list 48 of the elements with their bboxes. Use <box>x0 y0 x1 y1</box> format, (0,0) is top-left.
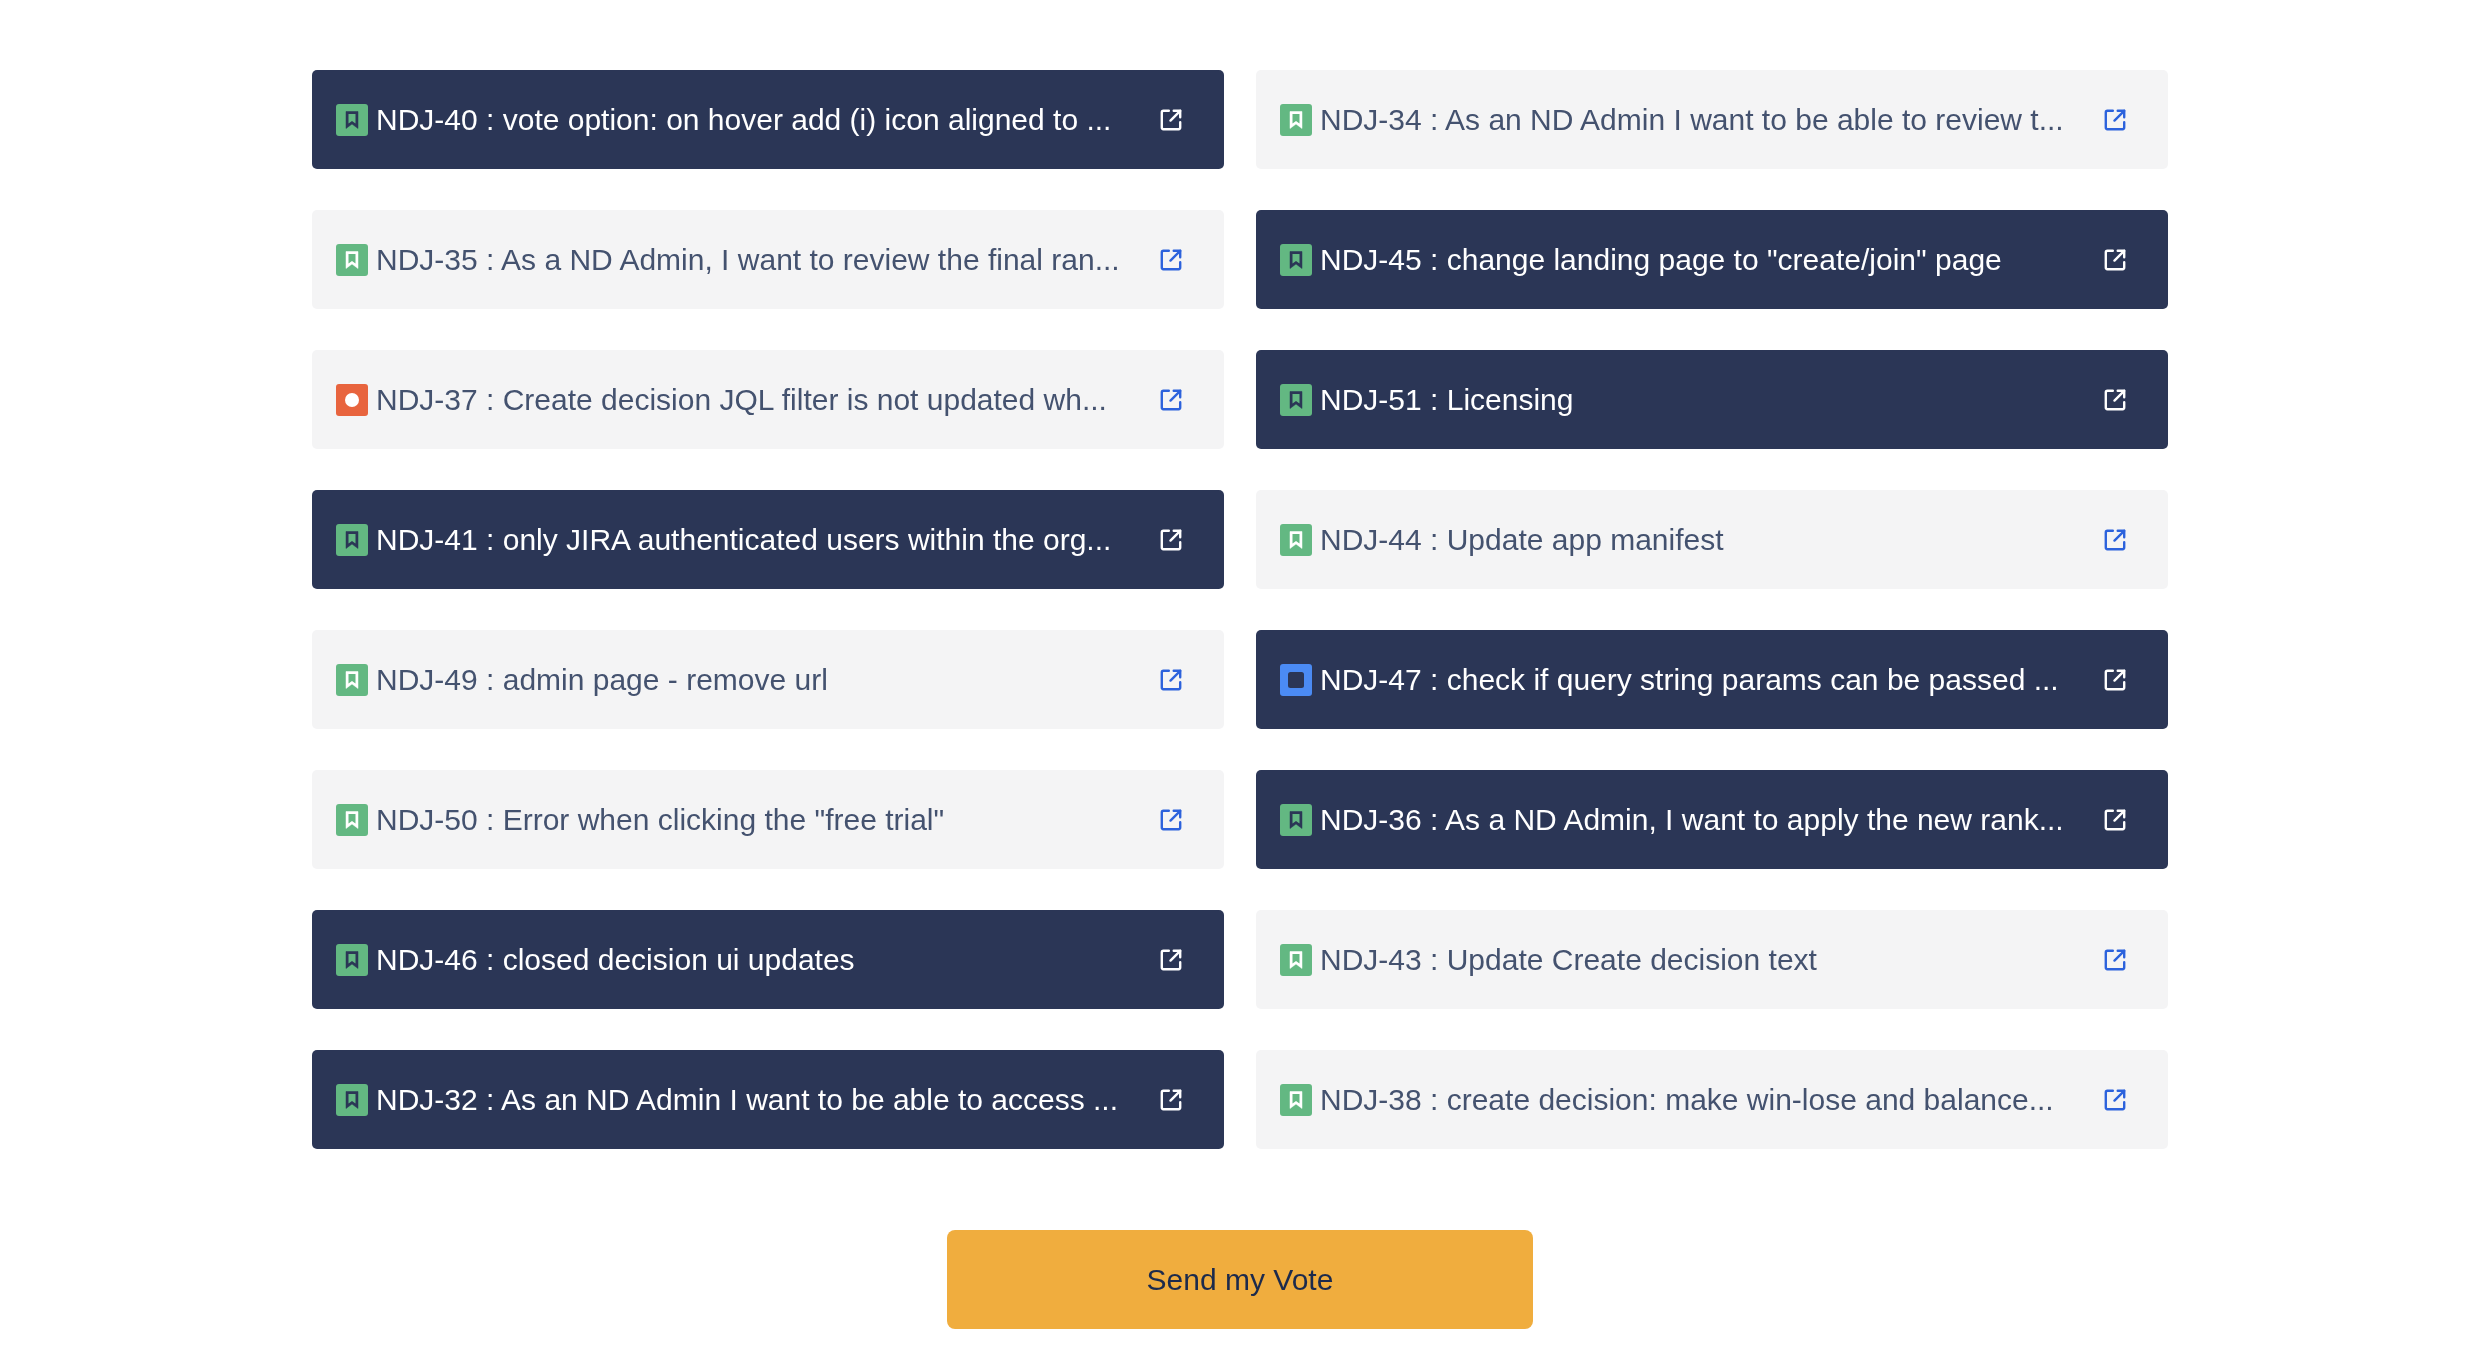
vote-option-card[interactable]: NDJ-36 : As a ND Admin, I want to apply the new rank... <box>1256 770 2168 869</box>
issue-title: NDJ-43 : Update Create decision text <box>1320 941 1818 978</box>
vote-option-card[interactable]: NDJ-49 : admin page - remove url <box>312 630 1224 729</box>
vote-option-card[interactable]: NDJ-45 : change landing page to "create/join" page <box>1256 210 2168 309</box>
bookmark-icon <box>336 943 368 976</box>
vote-option-card[interactable]: NDJ-43 : Update Create decision text <box>1256 910 2168 1009</box>
issue-title: NDJ-34 : As an ND Admin I want to be able to review t... <box>1320 101 2065 138</box>
vote-option-card[interactable]: NDJ-32 : As an ND Admin I want to be able to access ... <box>312 1050 1224 1149</box>
bookmark-icon <box>336 243 368 276</box>
bookmark-icon <box>336 103 368 136</box>
issue-title: NDJ-49 : admin page - remove url <box>376 661 829 698</box>
issue-title: NDJ-46 : closed decision ui updates <box>376 941 856 978</box>
issue-title: NDJ-32 : As an ND Admin I want to be able to access ... <box>376 1081 1120 1118</box>
bookmark-icon <box>1280 943 1312 976</box>
bookmark-icon <box>336 803 368 836</box>
bookmark-icon <box>336 523 368 556</box>
issue-title: NDJ-40 : vote option: on hover add (i) icon aligned to ... <box>376 101 1113 138</box>
square-icon <box>1280 663 1312 696</box>
issue-title: NDJ-38 : create decision: make win-lose and balance... <box>1320 1081 2055 1118</box>
issue-title: NDJ-41 : only JIRA authenticated users within the org... <box>376 521 1113 558</box>
bookmark-icon <box>1280 523 1312 556</box>
vote-option-card[interactable]: NDJ-38 : create decision: make win-lose and balance... <box>1256 1050 2168 1149</box>
issue-title: NDJ-51 : Licensing <box>1320 381 1575 418</box>
vote-option-card[interactable]: NDJ-46 : closed decision ui updates <box>312 910 1224 1009</box>
bookmark-icon <box>1280 803 1312 836</box>
bookmark-icon <box>336 663 368 696</box>
issue-title: NDJ-35 : As a ND Admin, I want to review the final ran... <box>376 241 1121 278</box>
bookmark-icon <box>336 1083 368 1116</box>
vote-option-card[interactable]: NDJ-50 : Error when clicking the "free trial" <box>312 770 1224 869</box>
issue-title: NDJ-45 : change landing page to "create/join" page <box>1320 241 2003 278</box>
bookmark-icon <box>1280 1083 1312 1116</box>
vote-option-card[interactable]: NDJ-44 : Update app manifest <box>1256 490 2168 589</box>
vote-option-card[interactable]: NDJ-37 : Create decision JQL filter is not updated wh... <box>312 350 1224 449</box>
vote-option-card[interactable]: NDJ-41 : only JIRA authenticated users within the org... <box>312 490 1224 589</box>
vote-option-card[interactable]: NDJ-47 : check if query string params can be passed ... <box>1256 630 2168 729</box>
send-vote-button[interactable]: Send my Vote <box>947 1230 1533 1329</box>
issue-title: NDJ-36 : As a ND Admin, I want to apply the new rank... <box>1320 801 2065 838</box>
issue-title: NDJ-37 : Create decision JQL filter is not updated wh... <box>376 381 1108 418</box>
issue-title: NDJ-50 : Error when clicking the "free trial" <box>376 801 946 838</box>
bookmark-icon <box>1280 243 1312 276</box>
vote-option-card[interactable]: NDJ-34 : As an ND Admin I want to be able to review t... <box>1256 70 2168 169</box>
vote-option-card[interactable]: NDJ-51 : Licensing <box>1256 350 2168 449</box>
vote-option-card[interactable]: NDJ-40 : vote option: on hover add (i) icon aligned to ... <box>312 70 1224 169</box>
bookmark-icon <box>1280 383 1312 416</box>
vote-option-card[interactable]: NDJ-35 : As a ND Admin, I want to review the final ran... <box>312 210 1224 309</box>
issue-title: NDJ-47 : check if query string params can be passed ... <box>1320 661 2060 698</box>
issue-title: NDJ-44 : Update app manifest <box>1320 521 1725 558</box>
bookmark-icon <box>1280 103 1312 136</box>
